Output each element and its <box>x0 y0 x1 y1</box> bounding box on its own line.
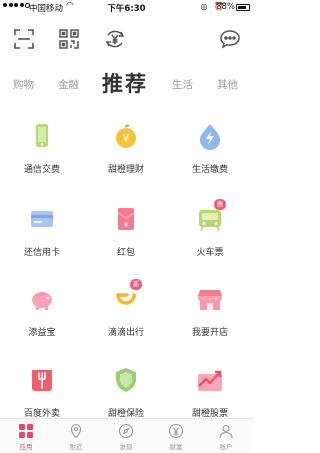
tab-shopping[interactable]: 购物 <box>13 77 34 92</box>
tabbar-label: 应用 <box>19 443 33 451</box>
compass-icon <box>118 423 134 439</box>
app-telecom-payment[interactable]: 通信交费 <box>0 122 84 182</box>
insurance-shield-icon <box>112 366 140 394</box>
tabbar-nearby[interactable]: 附近 <box>51 423 101 451</box>
app-baidu-takeout[interactable]: 百度外卖 <box>0 366 84 426</box>
piggy-bank-icon <box>28 285 56 313</box>
tabbar-apps[interactable]: 应用 <box>1 423 51 451</box>
app-utility-payment[interactable]: 生活缴费 <box>168 122 252 182</box>
orange-finance-icon: ¥ <box>112 122 140 150</box>
app-label: 还信用卡 <box>23 248 60 258</box>
wealth-icon <box>168 423 184 439</box>
bottom-tab-bar: 应用 附近 发现 财富 账户 <box>0 418 253 453</box>
app-open-shop[interactable]: 我要开店 <box>168 285 252 345</box>
app-label: 生活缴费 <box>191 165 228 175</box>
tab-recommended[interactable]: 推荐 <box>102 68 148 98</box>
stock-chart-icon <box>196 366 224 394</box>
tabbar-discover[interactable]: 发现 <box>101 423 151 451</box>
credit-card-icon <box>28 205 56 233</box>
phone-icon <box>28 122 56 150</box>
tabbar-label: 附近 <box>69 443 83 451</box>
app-label: 甜橙理财 <box>107 165 144 175</box>
train-icon: 惠 <box>196 199 226 233</box>
tabbar-wealth[interactable]: 财富 <box>151 423 201 451</box>
app-didi[interactable]: 新 滴滴出行 <box>84 279 168 345</box>
message-icon[interactable] <box>218 27 242 51</box>
location-icon <box>70 423 82 439</box>
qrcode-icon[interactable] <box>57 27 81 51</box>
svg-text:¥: ¥ <box>123 132 130 145</box>
new-badge: 新 <box>130 279 142 290</box>
tab-life[interactable]: 生活 <box>172 77 193 92</box>
app-orange-finance[interactable]: ¥ 甜橙理财 <box>84 122 168 182</box>
apps-icon <box>19 424 33 438</box>
utility-bolt-icon <box>196 122 224 150</box>
status-bar: 中国移动 ◠ 下午6:30 ◎ ⏰ 88% <box>0 0 253 14</box>
tab-other[interactable]: 其他 <box>217 77 238 92</box>
app-insurance[interactable]: 甜橙保险 <box>84 366 168 426</box>
shop-icon <box>196 285 224 313</box>
app-stocks[interactable]: 甜橙股票 <box>168 366 252 426</box>
app-label: 我要开店 <box>191 328 228 338</box>
app-label: 通信交费 <box>23 165 60 175</box>
app-red-envelope[interactable]: ¥ 红包 <box>84 205 168 265</box>
yuan-coin-icon[interactable] <box>103 27 127 51</box>
battery-icon <box>236 4 250 11</box>
red-envelope-icon: ¥ <box>112 205 140 233</box>
app-credit-card[interactable]: 还信用卡 <box>0 205 84 265</box>
tabbar-label: 财富 <box>169 443 183 451</box>
user-icon <box>219 424 233 439</box>
app-tianyibao[interactable]: 添益宝 <box>0 285 84 345</box>
didi-icon: 新 <box>112 279 142 313</box>
app-train-ticket[interactable]: 惠 火车票 <box>168 199 252 265</box>
app-label: 红包 <box>116 248 135 258</box>
tabbar-label: 账户 <box>219 443 233 451</box>
category-tabs: 购物 金融 推荐 生活 其他 <box>0 68 253 102</box>
tabbar-label: 发现 <box>119 443 133 451</box>
scan-icon[interactable] <box>12 27 36 51</box>
svg-text:¥: ¥ <box>124 221 129 229</box>
tab-finance[interactable]: 金融 <box>58 77 79 92</box>
app-label: 滴滴出行 <box>107 328 144 338</box>
food-delivery-icon <box>28 366 56 394</box>
app-label: 火车票 <box>196 248 224 258</box>
promo-badge: 惠 <box>214 199 226 210</box>
tabbar-account[interactable]: 账户 <box>201 423 251 451</box>
app-label: 添益宝 <box>28 328 56 338</box>
battery-percent: 88% <box>216 2 235 12</box>
